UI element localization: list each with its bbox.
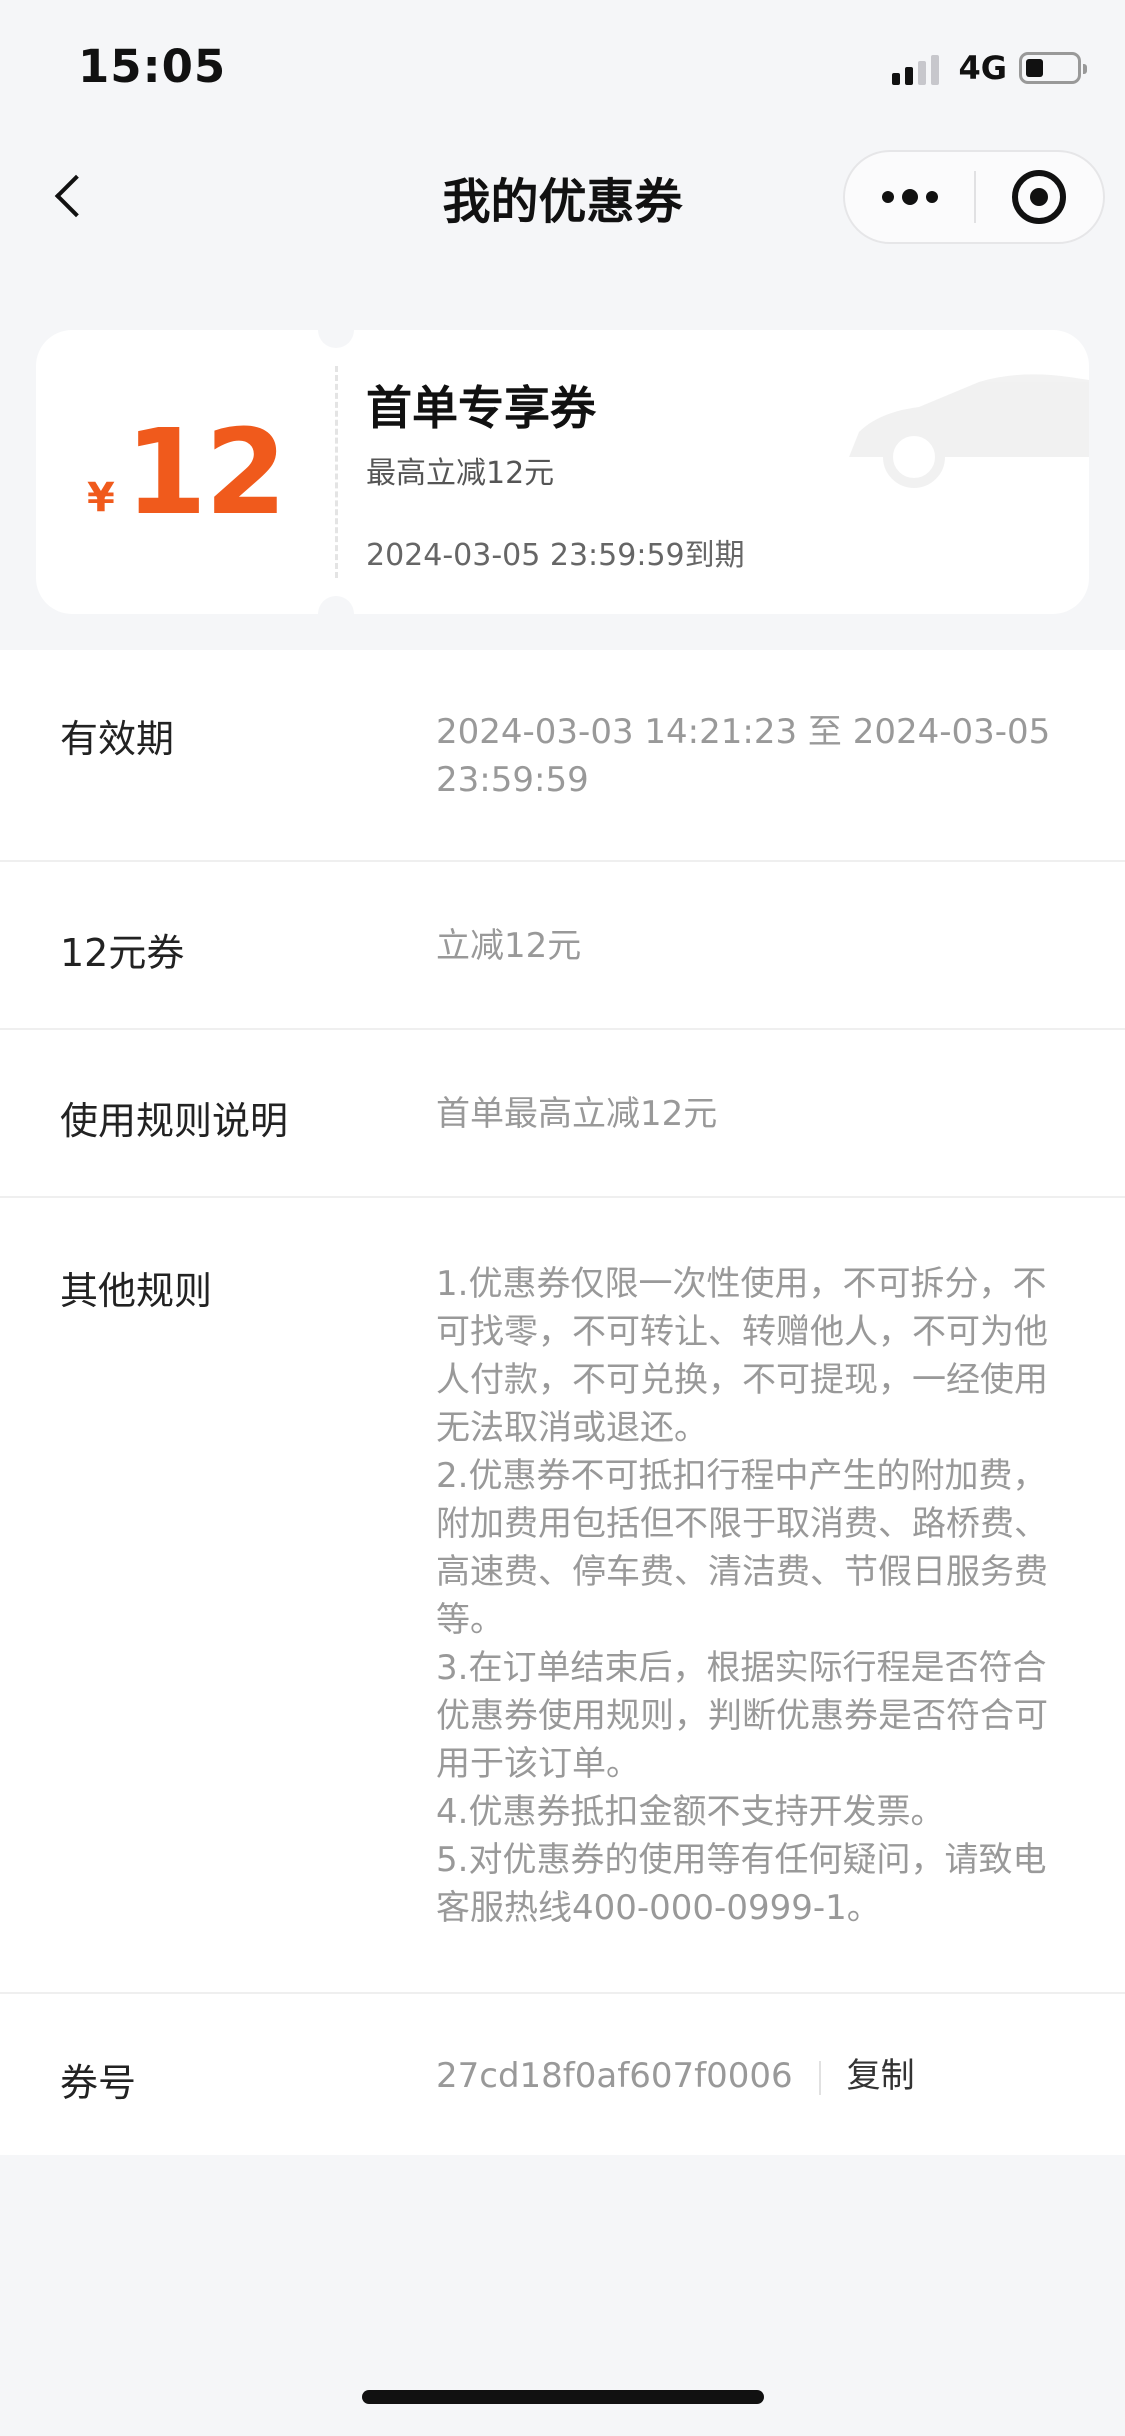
rule-item: 1.优惠券仅限一次性使用，不可拆分，不可找零，不可转让、转赠他人，不可为他人付款… [436,1264,1048,1448]
coupon-expiry: 2024-03-05 23:59:59到期 [366,538,745,573]
coupon-value: 12 [124,403,287,541]
copy-button[interactable]: 复制 [847,2056,915,2096]
coupon-type-value: 立减12元 [436,926,582,966]
status-indicators: 4G [892,48,1087,88]
row-coupon-number: 券号 27cd18f0af607f0006 复制 [0,1994,1125,2155]
nav-bar: 我的优惠券 [0,132,1125,264]
more-button[interactable] [845,152,974,242]
coupon-type-label: 12元券 [60,931,185,975]
row-other-rules: 其他规则 1.优惠券仅限一次性使用，不可拆分，不可找零，不可转让、转赠他人，不可… [0,1198,1125,1994]
coupon-details: 有效期 2024-03-03 14:21:23 至 2024-03-05 23:… [0,650,1125,2155]
rule-item: 2.优惠券不可抵扣行程中产生的附加费，附加费用包括但不限于取消费、路桥费、高速费… [436,1456,1048,1640]
copy-divider [818,2060,821,2095]
other-rules-label: 其他规则 [60,1269,213,1313]
battery-icon [1019,52,1087,84]
currency-symbol: ¥ [86,475,115,521]
row-validity: 有效期 2024-03-03 14:21:23 至 2024-03-05 23:… [0,650,1125,862]
rule-item: 3.在订单结束后，根据实际行程是否符合优惠券使用规则，判断优惠券是否符合可用于该… [436,1648,1048,1784]
usage-rules-label: 使用规则说明 [60,1099,289,1143]
car-watermark-icon [849,374,1089,488]
other-rules-value: 1.优惠券仅限一次性使用，不可拆分，不可找零，不可转让、转赠他人，不可为他人付款… [436,1260,1056,1932]
row-usage-rules: 使用规则说明 首单最高立减12元 [0,1030,1125,1198]
rule-item: 4.优惠券抵扣金额不支持开发票。 [436,1792,945,1832]
close-mini-program-button[interactable] [976,152,1103,242]
usage-rules-value: 首单最高立减12元 [436,1094,718,1134]
network-type: 4G [958,49,1007,87]
validity-value: 2024-03-03 14:21:23 至 2024-03-05 23:59:5… [436,712,1051,800]
status-bar: 15:05 4G [0,0,1125,132]
coupon-description: 最高立减12元 [366,456,555,491]
home-indicator[interactable] [362,2390,764,2404]
status-time: 15:05 [78,40,227,93]
validity-label: 有效期 [60,717,175,761]
row-coupon-type: 12元券 立减12元 [0,862,1125,1030]
coupon-amount: ¥ 12 [36,330,336,614]
signal-icon [892,51,944,85]
mini-program-capsule [843,150,1105,244]
more-dots-icon [878,189,942,205]
coupon-number-value: 27cd18f0af607f0006 [436,2056,793,2096]
rule-item: 5.对优惠券的使用等有任何疑问，请致电客服热线400-000-0999-1。 [436,1840,1047,1928]
coupon-name: 首单专享券 [366,381,596,435]
coupon-number-value-wrap: 27cd18f0af607f0006 复制 [436,2052,1056,2100]
coupon-number-label: 券号 [60,2061,137,2105]
target-icon [1012,170,1067,224]
coupon-card: ¥ 12 首单专享券 最高立减12元 2024-03-05 23:59:59到期 [36,330,1089,614]
